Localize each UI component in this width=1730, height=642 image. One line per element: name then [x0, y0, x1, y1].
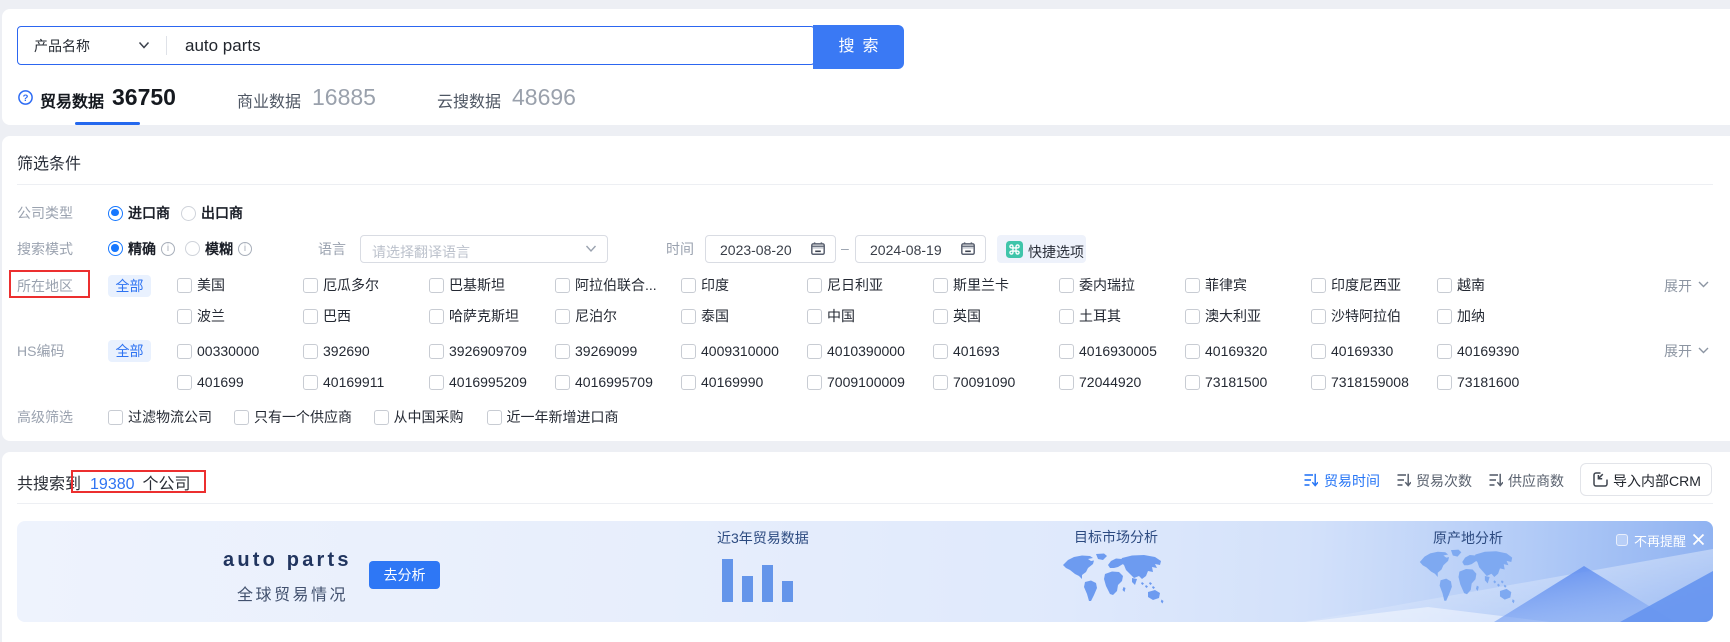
svg-text:?: ?: [23, 93, 29, 104]
